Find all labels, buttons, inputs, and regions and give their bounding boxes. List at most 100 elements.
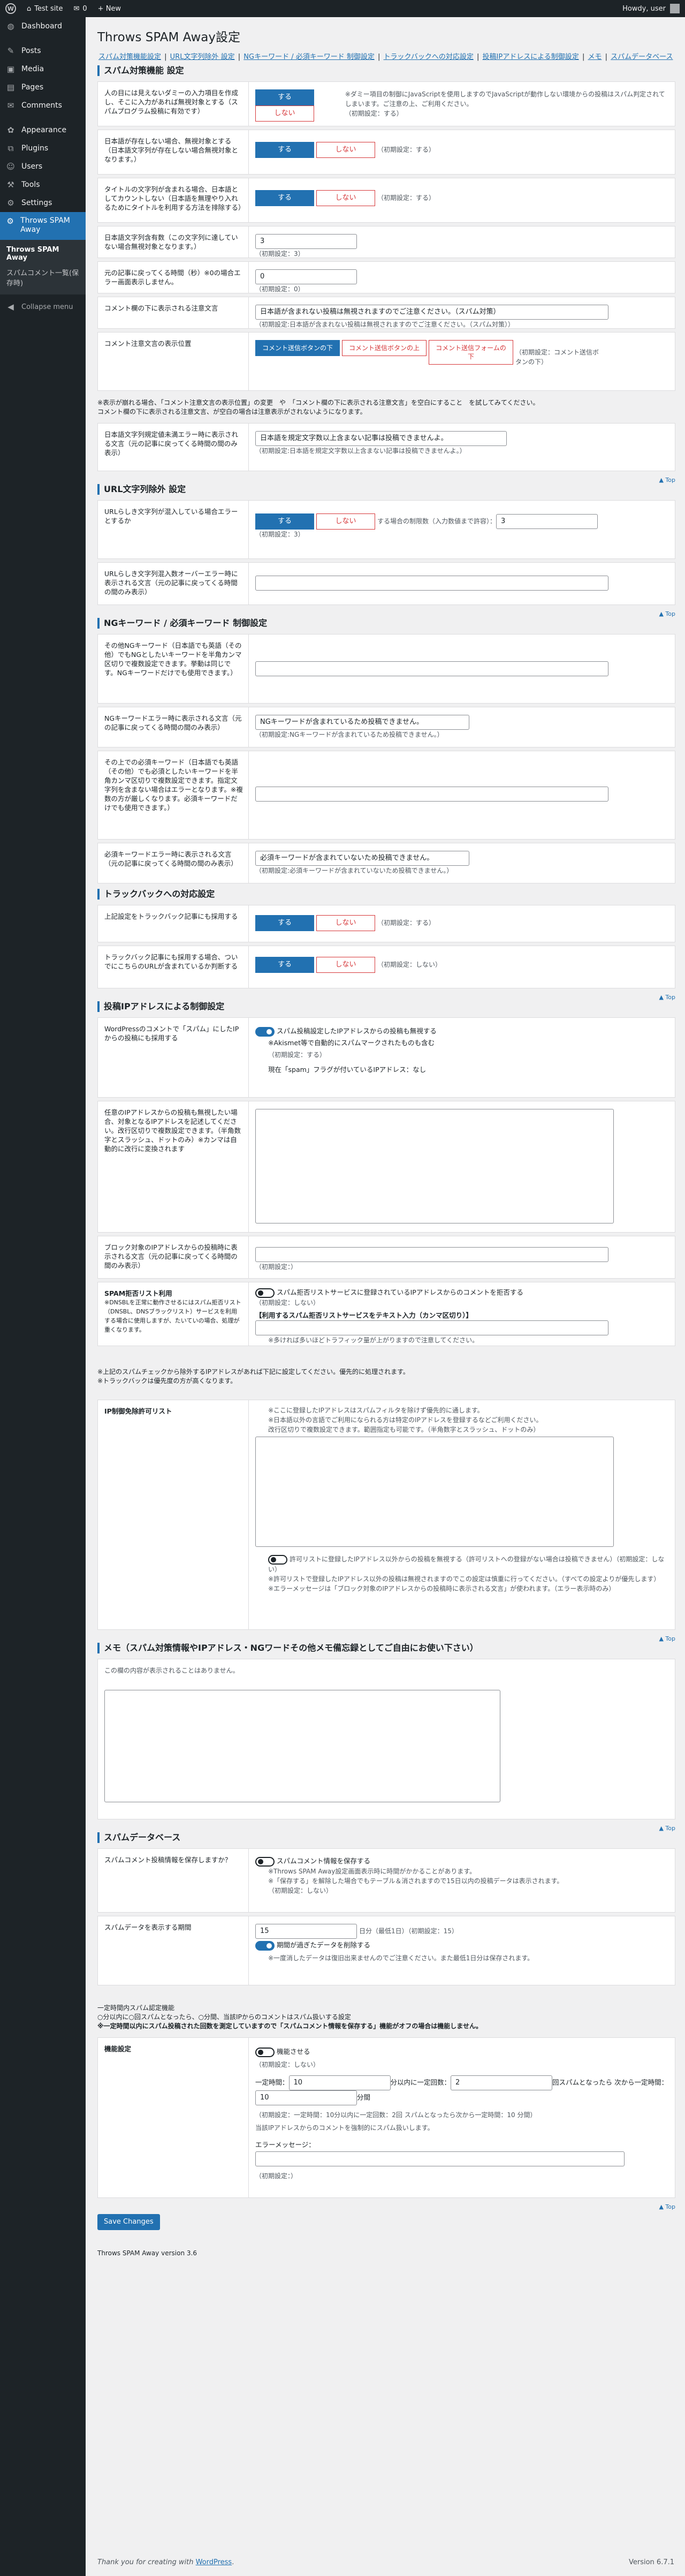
menu-media[interactable]: ▣ Media (0, 60, 86, 78)
dnsbl-toggle[interactable] (255, 1288, 275, 1298)
dnsbl-services-input[interactable] (255, 1320, 608, 1335)
back-to-top-link[interactable]: ▲ Top (659, 2203, 675, 2210)
admin-bar: W ⌂ Test site ✉ 0 + New Howdy, user (0, 0, 685, 17)
delete-old-data-toggle[interactable] (255, 1940, 275, 1951)
trackback-url-no-button[interactable]: しない (316, 957, 375, 973)
required-keyword-input[interactable] (255, 787, 608, 802)
menu-comments[interactable]: ✉ Comments (0, 96, 86, 115)
section-heading: トラックバックへの対応設定 (97, 889, 675, 900)
japanese-required-yes-button[interactable]: する (255, 142, 314, 158)
setting-label: 日本語文字列規定値未満エラー時に表示される文言（元の記事に戻ってくる時間の間のみ… (98, 424, 249, 471)
back-to-top-link[interactable]: ▲ Top (659, 1635, 675, 1642)
url-filter-no-button[interactable]: しない (316, 513, 375, 530)
submenu-spam-list[interactable]: スパムコメント一覧(保存時) (0, 265, 86, 290)
rate-count-input[interactable]: 2 (451, 2075, 553, 2090)
setting-label: 日本語文字列含有数（この文字列に達していない場合無視対象となります。） (98, 226, 249, 258)
setting-row: 日本語文字列規定値未満エラー時に表示される文言（元の記事に戻ってくる時間の間のみ… (97, 423, 675, 471)
plugins-icon: ⧉ (7, 143, 14, 153)
menu-users[interactable]: ☺ Users (0, 157, 86, 176)
ng-keyword-input[interactable] (255, 661, 608, 676)
menu-dashboard[interactable]: ◍ Dashboard (0, 17, 86, 35)
back-to-top-link[interactable]: ▲ Top (659, 994, 675, 1001)
anchor-link[interactable]: 投稿IPアドレスによる制御設定 (483, 53, 579, 61)
block-ip-message-input[interactable] (255, 1247, 608, 1262)
menu-appearance[interactable]: ✿ Appearance (0, 121, 86, 139)
position-below-submit-button[interactable]: コメント送信ボタンの下 (255, 340, 340, 356)
setting-label: URLらしき文字列が混入している場合エラーとするか (98, 501, 249, 558)
footer-credit: Thank you for creating with WordPress. (97, 2558, 234, 2566)
japanese-required-no-button[interactable]: しない (316, 142, 375, 158)
rate-minutes-input[interactable]: 10 (288, 2075, 391, 2090)
setting-row: 任意のIPアドレスからの投稿も無視したい場合、対象となるIPアドレスを記述してく… (97, 1101, 675, 1233)
anchor-link[interactable]: URL文字列除外 設定 (170, 53, 235, 61)
setting-row: 人の目には見えないダミーの入力項目を作成し、そこに入力があれば無視対象とする（ス… (97, 81, 675, 126)
position-below-form-button[interactable]: コメント送信フォームの下 (429, 340, 513, 365)
spam-ip-toggle[interactable] (255, 1026, 275, 1037)
whitelist-ip-textarea[interactable] (255, 1437, 614, 1547)
required-keyword-error-input[interactable]: 必須キーワードが含まれていないため投稿できません。 (255, 851, 469, 866)
setting-row: スパムデータを表示する期間 15 日分（最低1日）（初期設定：15） 期間が過ぎた… (97, 1916, 675, 1985)
collapse-menu-button[interactable]: ◀ Collapse menu (0, 298, 86, 316)
url-error-input[interactable] (255, 576, 608, 591)
section-spam-database: ▲ Top スパムデータベース スパムコメント投稿情報を保存しますか？ スパムコ… (97, 1825, 675, 2198)
url-limit-input[interactable]: 3 (496, 514, 598, 529)
menu-pages[interactable]: ▤ Pages (0, 78, 86, 96)
menu-throws-spam-away[interactable]: ⚙ Throws SPAM Away (0, 212, 86, 240)
site-name-link[interactable]: ⌂ Test site (21, 0, 68, 17)
trackback-no-button[interactable]: しない (316, 915, 375, 931)
anchor-link[interactable]: スパムデータベース (611, 53, 673, 61)
position-above-submit-button[interactable]: コメント送信ボタンの上 (342, 340, 427, 356)
submenu-settings[interactable]: Throws SPAM Away (0, 243, 86, 265)
menu-plugins[interactable]: ⧉ Plugins (0, 139, 86, 157)
setting-label: 必須キーワードエラー時に表示される文言（元の記事に戻ってくる時間の間のみ表示） (98, 843, 249, 883)
section-heading: スパム対策機能 設定 (97, 65, 675, 76)
new-content-link[interactable]: + New (93, 0, 126, 17)
collapse-icon: ◀ (7, 302, 14, 312)
back-to-top-link[interactable]: ▲ Top (659, 1825, 675, 1832)
menu-posts[interactable]: ✎ Posts (0, 42, 86, 60)
menu-separator (0, 35, 86, 42)
anchor-link[interactable]: メモ (588, 53, 602, 61)
section-ip-control: ▲ Top 投稿IPアドレスによる制御設定 WordPressのコメントで「スパ… (97, 994, 675, 1630)
account-menu[interactable]: Howdy, user (622, 4, 685, 13)
ng-keyword-error-input[interactable]: NGキーワードが含まれているため投稿できません。 (255, 715, 469, 730)
comments-link[interactable]: ✉ 0 (68, 0, 92, 17)
setting-label: 任意のIPアドレスからの投稿も無視したい場合、対象となるIPアドレスを記述してく… (98, 1101, 249, 1232)
whitelist-only-toggle[interactable] (268, 1554, 287, 1565)
dummy-field-yes-button[interactable]: する (255, 89, 314, 105)
memo-textarea[interactable] (104, 1690, 500, 1802)
section-heading: NGキーワード / 必須キーワード 制御設定 (97, 618, 675, 629)
setting-row: コメント欄の下に表示される注意文言 日本語が含まれない投稿は無視されますのでご注… (97, 297, 675, 329)
title-count-no-button[interactable]: しない (316, 190, 375, 206)
back-seconds-input[interactable]: 0 (255, 269, 357, 284)
anchor-link[interactable]: トラックバックへの対応設定 (384, 53, 474, 61)
japanese-error-input[interactable]: 日本語を規定文字数以上含まない記事は投稿できませんよ。 (255, 431, 507, 446)
url-filter-yes-button[interactable]: する (255, 513, 314, 530)
setting-label: 機能設定 (98, 2038, 249, 2197)
rate-block-minutes-input[interactable]: 10 (255, 2090, 357, 2105)
back-to-top-link[interactable]: ▲ Top (659, 610, 675, 617)
media-icon: ▣ (6, 64, 15, 74)
spam-days-input[interactable]: 15 (255, 1924, 357, 1939)
anchor-link[interactable]: NGキーワード / 必須キーワード 制御設定 (243, 53, 375, 61)
menu-tools[interactable]: ⚒ Tools (0, 176, 86, 194)
anchor-link[interactable]: スパム対策機能設定 (98, 53, 161, 61)
back-to-top-link[interactable]: ▲ Top (659, 477, 675, 484)
setting-label: NGキーワードエラー時に表示される文言（元の記事に戻ってくる時間の間のみ表示） (98, 707, 249, 747)
rate-error-input[interactable] (255, 2151, 625, 2166)
wordpress-link[interactable]: WordPress (196, 2558, 232, 2566)
caution-text-input[interactable]: 日本語が含まれない投稿は無視されますのでご注意ください。（スパム対策） (255, 305, 608, 320)
save-changes-button[interactable]: Save Changes (97, 2214, 160, 2230)
save-spam-toggle[interactable] (255, 1856, 275, 1867)
trackback-url-yes-button[interactable]: する (255, 957, 314, 973)
trackback-yes-button[interactable]: する (255, 915, 314, 931)
title-count-yes-button[interactable]: する (255, 190, 314, 206)
japanese-count-input[interactable]: 3 (255, 234, 357, 249)
dummy-field-no-button[interactable]: しない (255, 105, 314, 122)
wp-logo-menu[interactable]: W (0, 0, 21, 17)
menu-settings[interactable]: ⚙ Settings (0, 194, 86, 212)
block-ip-textarea[interactable] (255, 1109, 614, 1223)
setting-label: IP制御免除許可リスト (98, 1400, 249, 1629)
rate-limit-toggle[interactable] (255, 2047, 275, 2057)
default-note: （初期設定：する） (345, 110, 403, 117)
